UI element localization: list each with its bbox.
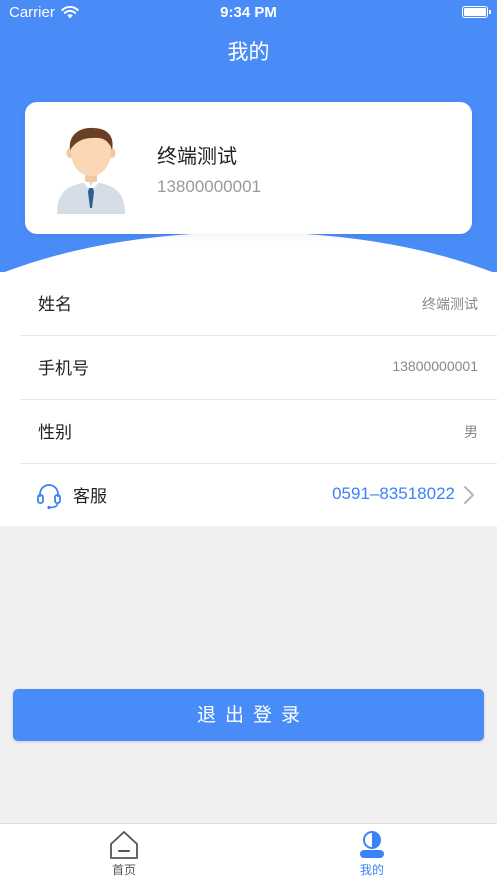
chevron-right-icon — [464, 486, 474, 504]
name-label: 姓名 — [38, 295, 72, 315]
gender-label: 性别 — [38, 423, 72, 443]
profile-name: 终端测试 — [157, 144, 237, 168]
user-avatar-icon — [57, 127, 125, 214]
header-curve — [0, 232, 497, 272]
tab-mine-label: 我的 — [359, 863, 384, 877]
customer-service-label: 客服 — [73, 487, 107, 507]
phone-label: 手机号 — [38, 359, 89, 379]
profile-icon — [360, 831, 384, 858]
tab-mine[interactable]: 我的 — [248, 824, 496, 883]
info-row-gender: 性别 男 — [20, 400, 497, 464]
status-bar: Carrier 9:34 PM — [0, 0, 497, 26]
profile-screen: Carrier 9:34 PM 我的 终端测试 13800000001 姓名 终… — [0, 0, 497, 883]
home-icon — [110, 831, 138, 859]
phone-value: 13800000001 — [392, 358, 478, 374]
tab-home-label: 首页 — [111, 863, 136, 877]
status-time: 9:34 PM — [220, 4, 277, 21]
info-row-phone: 手机号 13800000001 — [20, 336, 497, 400]
logout-button[interactable]: 退出登录 — [13, 689, 484, 741]
tab-home[interactable]: 首页 — [0, 824, 248, 883]
info-list: 姓名 终端测试 手机号 13800000001 性别 男 客服 0591–835… — [0, 272, 497, 526]
customer-service-phone[interactable]: 0591–83518022 — [332, 484, 455, 504]
name-value: 终端测试 — [422, 297, 478, 313]
headset-icon — [37, 484, 61, 510]
profile-card: 终端测试 13800000001 — [25, 102, 472, 234]
customer-service-row[interactable]: 客服 0591–83518022 — [20, 464, 497, 528]
gender-value: 男 — [464, 425, 478, 441]
info-row-name: 姓名 终端测试 — [20, 272, 497, 336]
battery-icon — [462, 6, 491, 18]
profile-phone: 13800000001 — [157, 177, 262, 196]
tab-bar: 首页 我的 — [0, 823, 497, 883]
page-title: 我的 — [227, 40, 270, 64]
